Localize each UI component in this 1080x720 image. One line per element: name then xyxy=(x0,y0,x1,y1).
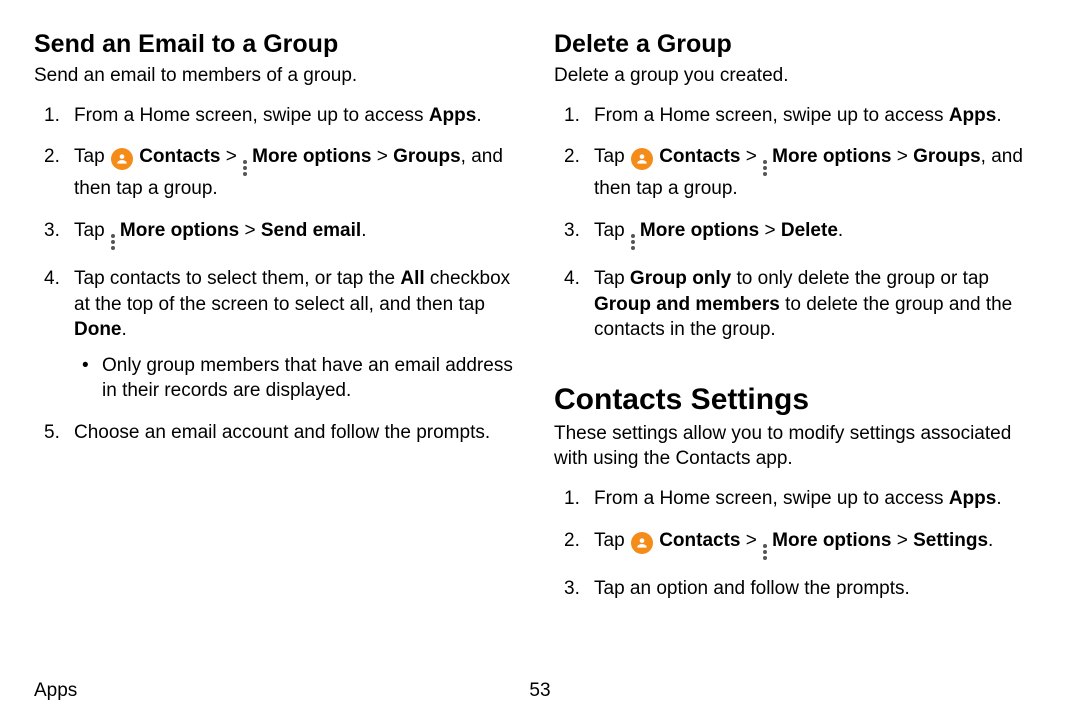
step-text: . xyxy=(996,488,1001,509)
more-options-icon xyxy=(631,234,637,250)
contacts-settings-steps: From a Home screen, swipe up to access A… xyxy=(554,486,1046,601)
step-text: Tap xyxy=(74,220,110,241)
step-text: . xyxy=(122,319,127,340)
more-options-label: More options xyxy=(772,146,891,167)
step-4: Tap contacts to select them, or tap the … xyxy=(34,266,526,404)
step-5: Choose an email account and follow the p… xyxy=(34,420,526,446)
group-only-label: Group only xyxy=(630,268,731,289)
step-text: Tap xyxy=(74,146,110,167)
send-email-label: Send email xyxy=(261,220,361,241)
step-3: Tap More options > Send email. xyxy=(34,218,526,250)
step-2: Tap Contacts > More options > Settings. xyxy=(554,528,1046,560)
send-email-heading: Send an Email to a Group xyxy=(34,30,526,59)
contacts-icon xyxy=(111,148,133,170)
send-email-steps: From a Home screen, swipe up to access A… xyxy=(34,103,526,446)
delete-label: Delete xyxy=(781,220,838,241)
more-options-icon xyxy=(763,160,769,176)
done-label: Done xyxy=(74,319,122,340)
more-options-label: More options xyxy=(252,146,371,167)
step-text: From a Home screen, swipe up to access xyxy=(594,488,949,509)
step-text: . xyxy=(996,105,1001,126)
more-options-label: More options xyxy=(120,220,239,241)
contacts-icon xyxy=(631,532,653,554)
step-text: > xyxy=(891,530,913,551)
step-text: > xyxy=(221,146,243,167)
step-text: to only delete the group or tap xyxy=(731,268,989,289)
left-column: Send an Email to a Group Send an email t… xyxy=(34,30,526,617)
group-and-members-label: Group and members xyxy=(594,294,780,315)
apps-label: Apps xyxy=(949,105,997,126)
send-email-intro: Send an email to members of a group. xyxy=(34,63,526,89)
delete-group-intro: Delete a group you created. xyxy=(554,63,1046,89)
step-text: . xyxy=(361,220,366,241)
step-text: Tap xyxy=(594,268,630,289)
all-label: All xyxy=(400,268,424,289)
step-text: > xyxy=(759,220,781,241)
step-text: . xyxy=(988,530,993,551)
settings-label: Settings xyxy=(913,530,988,551)
step-4-notes: Only group members that have an email ad… xyxy=(74,353,526,404)
page-number: 53 xyxy=(529,680,550,702)
more-options-label: More options xyxy=(640,220,759,241)
step-text: Tap xyxy=(594,530,630,551)
step-2: Tap Contacts > More options > Groups, an… xyxy=(554,144,1046,202)
step-text: > xyxy=(239,220,261,241)
contacts-label: Contacts xyxy=(659,530,740,551)
step-text: . xyxy=(838,220,843,241)
step-4: Tap Group only to only delete the group … xyxy=(554,266,1046,343)
step-text: . xyxy=(476,105,481,126)
step-text: From a Home screen, swipe up to access xyxy=(594,105,949,126)
step-text: From a Home screen, swipe up to access xyxy=(74,105,429,126)
contacts-settings-heading: Contacts Settings xyxy=(554,383,1046,417)
delete-group-steps: From a Home screen, swipe up to access A… xyxy=(554,103,1046,343)
groups-label: Groups xyxy=(393,146,461,167)
contacts-icon xyxy=(631,148,653,170)
manual-page: Send an Email to a Group Send an email t… xyxy=(0,0,1080,720)
delete-group-heading: Delete a Group xyxy=(554,30,1046,59)
step-1: From a Home screen, swipe up to access A… xyxy=(554,486,1046,512)
step-text: Tap xyxy=(594,220,630,241)
footer-section: Apps xyxy=(34,680,77,702)
step-text: Tap xyxy=(594,146,630,167)
more-options-icon xyxy=(243,160,249,176)
contacts-label: Contacts xyxy=(139,146,220,167)
contacts-settings-intro: These settings allow you to modify setti… xyxy=(554,421,1046,472)
apps-label: Apps xyxy=(429,105,477,126)
step-3: Tap More options > Delete. xyxy=(554,218,1046,250)
step-text: Tap contacts to select them, or tap the xyxy=(74,268,400,289)
more-options-icon xyxy=(763,544,769,560)
apps-label: Apps xyxy=(949,488,997,509)
step-1: From a Home screen, swipe up to access A… xyxy=(554,103,1046,129)
more-options-label: More options xyxy=(772,530,891,551)
more-options-icon xyxy=(111,234,117,250)
columns: Send an Email to a Group Send an email t… xyxy=(34,30,1046,617)
step-1: From a Home screen, swipe up to access A… xyxy=(34,103,526,129)
step-3: Tap an option and follow the prompts. xyxy=(554,576,1046,602)
groups-label: Groups xyxy=(913,146,981,167)
step-text: > xyxy=(371,146,393,167)
right-column: Delete a Group Delete a group you create… xyxy=(554,30,1046,617)
contacts-label: Contacts xyxy=(659,146,740,167)
step-text: > xyxy=(741,530,763,551)
bullet-note: Only group members that have an email ad… xyxy=(74,353,526,404)
step-text: > xyxy=(891,146,913,167)
step-text: > xyxy=(741,146,763,167)
step-2: Tap Contacts > More options > Groups, an… xyxy=(34,144,526,202)
